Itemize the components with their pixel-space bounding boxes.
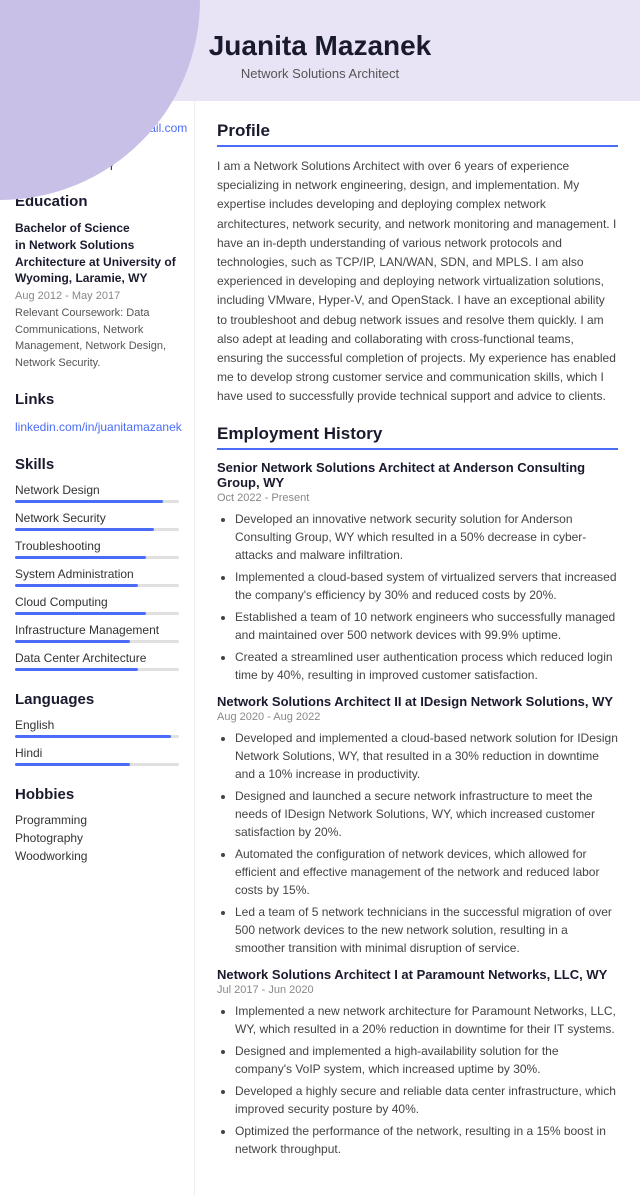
skill-name: System Administration	[15, 567, 179, 581]
edu-dates: Aug 2012 - May 2017	[15, 290, 179, 302]
skill-name: Data Center Architecture	[15, 651, 179, 665]
job-entry: Network Solutions Architect II at IDesig…	[217, 694, 618, 957]
edu-coursework: Relevant Coursework: Data Communications…	[15, 305, 179, 371]
list-item: Developed an innovative network security…	[235, 510, 618, 564]
skills-title: Skills	[15, 456, 179, 473]
skill-bar-fill	[15, 640, 130, 643]
job-title: Senior Network Solutions Architect at An…	[217, 460, 618, 490]
hobby-item: Photography	[15, 831, 179, 845]
skill-bar-bg	[15, 528, 179, 531]
list-item: Created a streamlined user authenticatio…	[235, 648, 618, 684]
hobby-item: Woodworking	[15, 849, 179, 863]
job-entry: Network Solutions Architect I at Paramou…	[217, 967, 618, 1158]
resume-container: Juanita Mazanek Network Solutions Archit…	[0, 0, 640, 1196]
linkedin-item: linkedin.com/in/juanitamazanek	[15, 418, 179, 436]
list-item: Established a team of 10 network enginee…	[235, 608, 618, 644]
skill-item: Infrastructure Management	[15, 623, 179, 643]
edu-degree-line1: Bachelor of Science	[15, 220, 179, 237]
resume-header: Juanita Mazanek Network Solutions Archit…	[0, 0, 640, 101]
links-title: Links	[15, 391, 179, 408]
profile-text: I am a Network Solutions Architect with …	[217, 157, 618, 406]
edu-degree-line3: Architecture at University of	[15, 254, 179, 271]
skill-bar-bg	[15, 500, 179, 503]
skill-bar-fill	[15, 500, 163, 503]
list-item: Automated the configuration of network d…	[235, 845, 618, 899]
skill-name: Network Security	[15, 511, 179, 525]
employment-section: Employment History Senior Network Soluti…	[217, 424, 618, 1158]
links-section: Links linkedin.com/in/juanitamazanek	[15, 391, 179, 436]
skill-item: Network Security	[15, 511, 179, 531]
sidebar: ✉ juanita.mazanek@gmail.com 📞 (875) 870-…	[0, 101, 195, 1196]
skill-name: Infrastructure Management	[15, 623, 179, 637]
job-bullets: Developed and implemented a cloud-based …	[217, 729, 618, 957]
skills-list: Network Design Network Security Troubles…	[15, 483, 179, 671]
hobbies-list: Programming Photography Woodworking	[15, 813, 179, 863]
list-item: Developed and implemented a cloud-based …	[235, 729, 618, 783]
list-item: Optimized the performance of the network…	[235, 1122, 618, 1158]
skill-bar-bg	[15, 668, 179, 671]
languages-list: English Hindi	[15, 718, 179, 766]
list-item: Implemented a cloud-based system of virt…	[235, 568, 618, 604]
employment-section-title: Employment History	[217, 424, 618, 450]
edu-degree-line4: Wyoming, Laramie, WY	[15, 270, 179, 287]
skill-bar-fill	[15, 668, 138, 671]
list-item: Designed and launched a secure network i…	[235, 787, 618, 841]
skill-item: Network Design	[15, 483, 179, 503]
skill-name: Troubleshooting	[15, 539, 179, 553]
skill-name: Network Design	[15, 483, 179, 497]
job-bullets: Implemented a new network architecture f…	[217, 1002, 618, 1158]
list-item: Led a team of 5 network technicians in t…	[235, 903, 618, 957]
resume-body: ✉ juanita.mazanek@gmail.com 📞 (875) 870-…	[0, 101, 640, 1196]
job-date: Oct 2022 - Present	[217, 492, 618, 504]
skills-section: Skills Network Design Network Security T…	[15, 456, 179, 671]
skill-item: Troubleshooting	[15, 539, 179, 559]
skill-bar-bg	[15, 640, 179, 643]
language-item: Hindi	[15, 746, 179, 766]
hobby-item: Programming	[15, 813, 179, 827]
languages-section: Languages English Hindi	[15, 691, 179, 766]
jobs-list: Senior Network Solutions Architect at An…	[217, 460, 618, 1158]
skill-bar-fill	[15, 556, 146, 559]
list-item: Designed and implemented a high-availabi…	[235, 1042, 618, 1078]
language-bar-bg	[15, 763, 179, 766]
education-section: Education Bachelor of Science in Network…	[15, 193, 179, 371]
hobbies-section: Hobbies Programming Photography Woodworkin…	[15, 786, 179, 863]
language-bar-bg	[15, 735, 179, 738]
candidate-title: Network Solutions Architect	[20, 66, 620, 81]
main-content: Profile I am a Network Solutions Archite…	[195, 101, 640, 1196]
language-name: Hindi	[15, 746, 179, 760]
list-item: Implemented a new network architecture f…	[235, 1002, 618, 1038]
job-title: Network Solutions Architect II at IDesig…	[217, 694, 618, 709]
languages-title: Languages	[15, 691, 179, 708]
edu-degree-line2: in Network Solutions	[15, 237, 179, 254]
language-bar-fill	[15, 735, 171, 738]
job-date: Jul 2017 - Jun 2020	[217, 984, 618, 996]
skill-bar-fill	[15, 528, 154, 531]
skill-item: Data Center Architecture	[15, 651, 179, 671]
linkedin-link[interactable]: linkedin.com/in/juanitamazanek	[15, 420, 182, 434]
skill-name: Cloud Computing	[15, 595, 179, 609]
profile-section: Profile I am a Network Solutions Archite…	[217, 121, 618, 406]
language-name: English	[15, 718, 179, 732]
skill-bar-fill	[15, 612, 146, 615]
list-item: Developed a highly secure and reliable d…	[235, 1082, 618, 1118]
job-entry: Senior Network Solutions Architect at An…	[217, 460, 618, 684]
job-bullets: Developed an innovative network security…	[217, 510, 618, 684]
candidate-name: Juanita Mazanek	[20, 30, 620, 62]
skill-bar-bg	[15, 612, 179, 615]
language-bar-fill	[15, 763, 130, 766]
skill-bar-bg	[15, 584, 179, 587]
skill-bar-fill	[15, 584, 138, 587]
skill-bar-bg	[15, 556, 179, 559]
job-title: Network Solutions Architect I at Paramou…	[217, 967, 618, 982]
skill-item: System Administration	[15, 567, 179, 587]
job-date: Aug 2020 - Aug 2022	[217, 711, 618, 723]
hobbies-title: Hobbies	[15, 786, 179, 803]
profile-section-title: Profile	[217, 121, 618, 147]
language-item: English	[15, 718, 179, 738]
skill-item: Cloud Computing	[15, 595, 179, 615]
